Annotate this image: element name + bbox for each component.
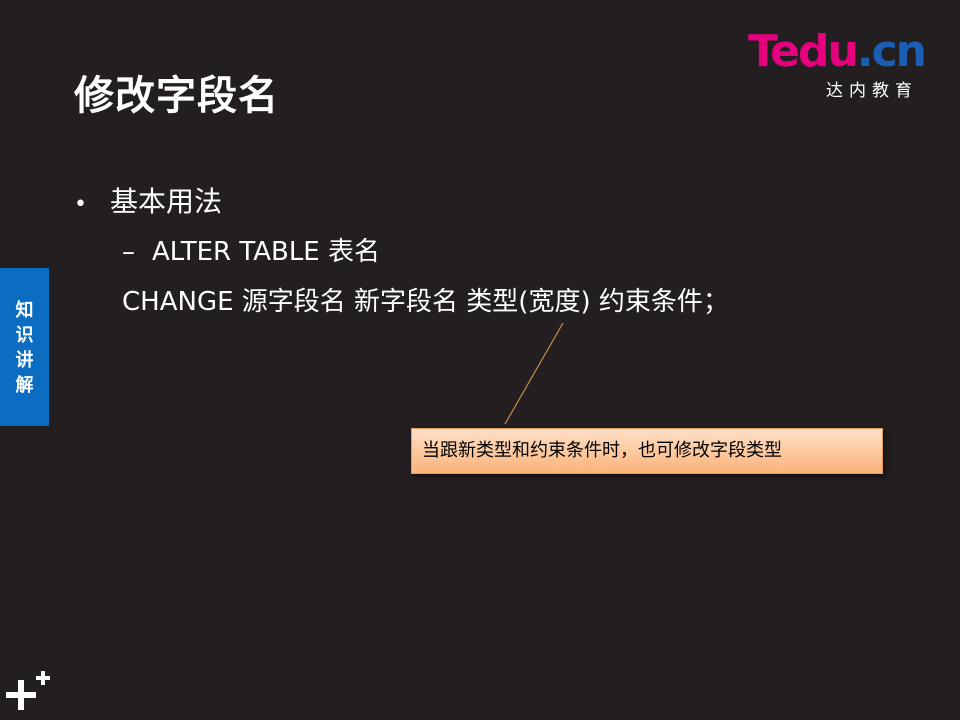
slide: 修改字段名 Tedu.cn 达内教育 知 识 讲 解 • 基本用法 – ALTER … [0,0,960,720]
plus-icon [6,671,50,710]
callout-text: 当跟新类型和约束条件时，也可修改字段类型 [422,440,782,461]
callout-box: 当跟新类型和约束条件时，也可修改字段类型 [411,428,883,474]
callout-pointer-line [504,322,564,425]
